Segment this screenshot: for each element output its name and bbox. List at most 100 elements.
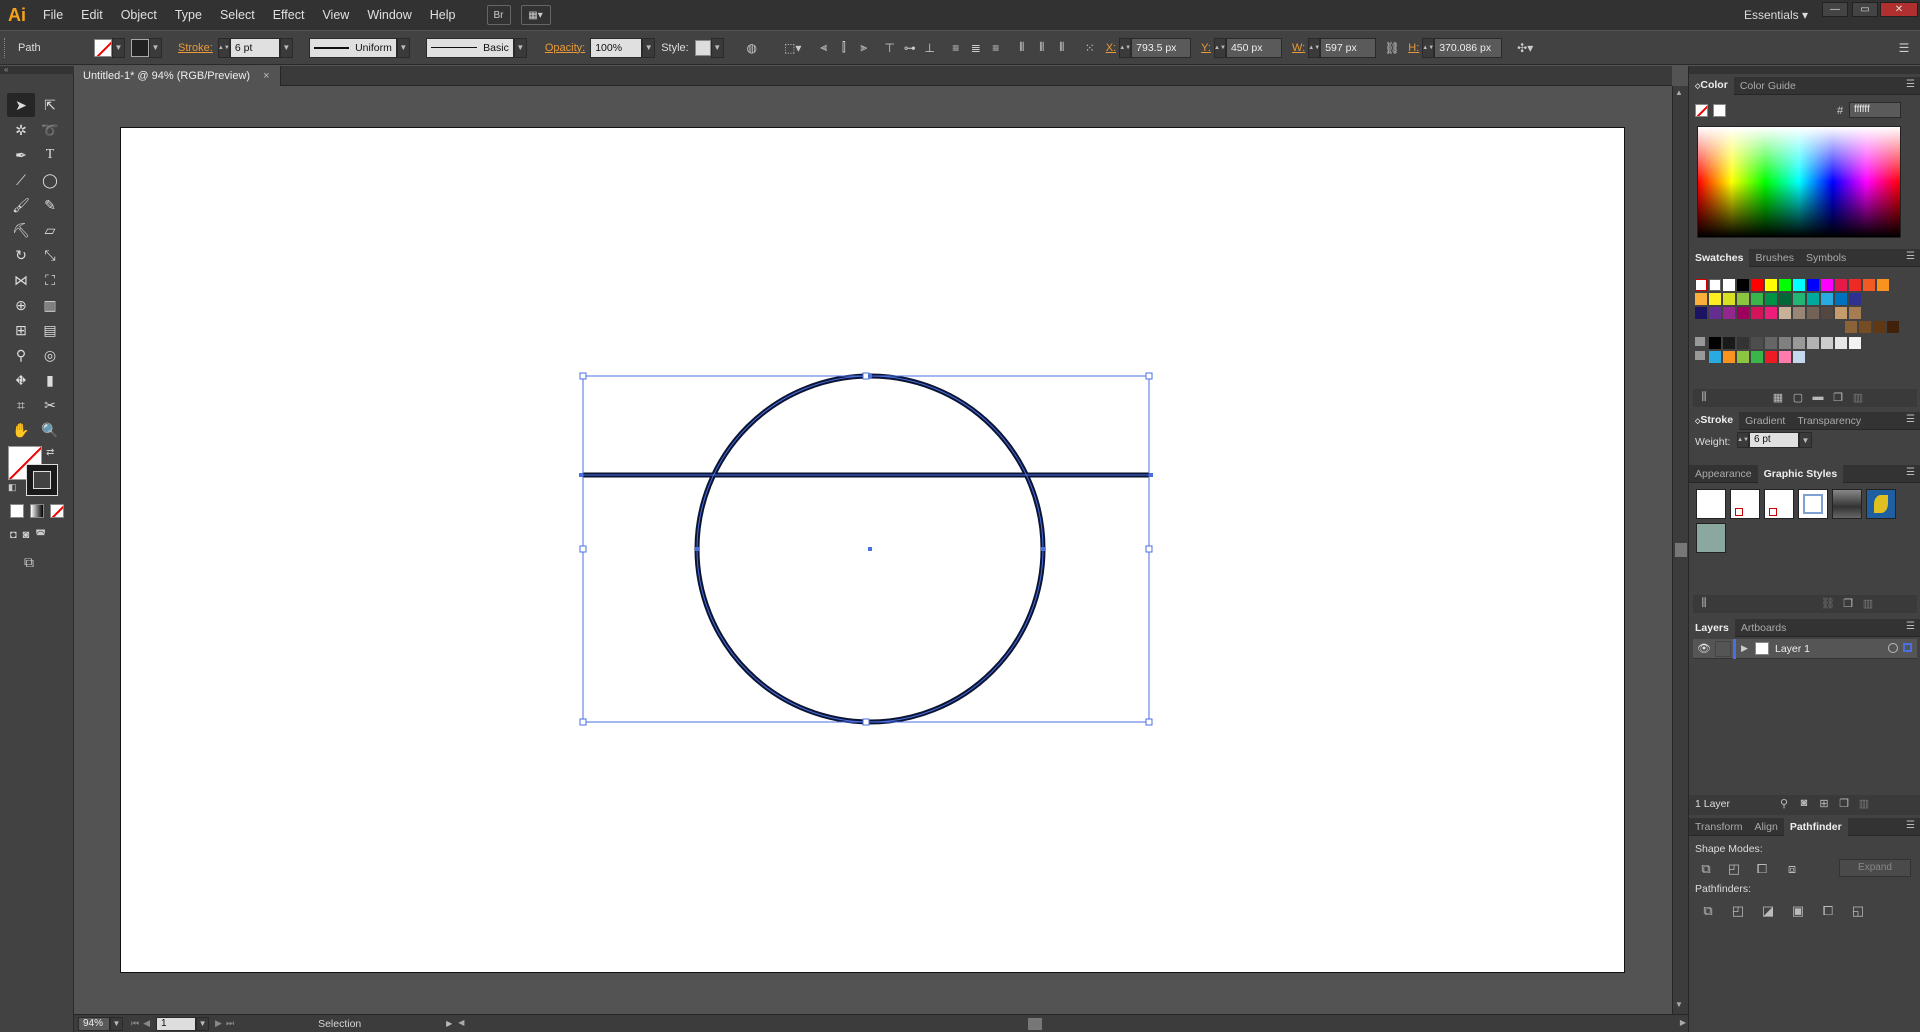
distribute-right-icon[interactable]: ⦀ [1052, 38, 1072, 58]
color-stroke-swatch[interactable] [1713, 104, 1726, 117]
swatch[interactable] [1835, 337, 1847, 349]
previous-artboard-icon[interactable]: ◀ [143, 1018, 150, 1029]
swatch[interactable] [1793, 293, 1805, 305]
stroke-panel-menu-icon[interactable]: ☰ [1906, 414, 1915, 425]
swatch[interactable] [1765, 293, 1777, 305]
swatch[interactable] [1849, 307, 1861, 319]
break-link-icon[interactable]: ⛓ [1819, 597, 1837, 613]
selection-bounding-box[interactable] [579, 372, 1153, 726]
zoom-input[interactable]: 94% [78, 1016, 110, 1031]
h-label[interactable]: H: [1408, 42, 1419, 54]
w-label[interactable]: W: [1292, 42, 1305, 54]
artboard-tool-icon[interactable]: ⌗ [7, 393, 35, 417]
anchor-point[interactable] [1149, 473, 1153, 477]
fill-swatch[interactable] [94, 38, 112, 57]
weight-stepper[interactable]: ▲▼ [1737, 432, 1749, 448]
horizontal-scrollbar[interactable]: ◀ ▶ [458, 1017, 1688, 1031]
swatch[interactable] [1807, 279, 1819, 291]
selection-tool-icon[interactable]: ➤ [7, 93, 35, 117]
swatch-options-icon[interactable]: ▢ [1789, 391, 1807, 407]
tab-graphic-styles[interactable]: Graphic Styles [1757, 464, 1844, 483]
tab-color-guide[interactable]: Color Guide [1734, 77, 1802, 95]
width-tool-icon[interactable]: ⋈ [7, 268, 35, 292]
graphic-style-4[interactable] [1798, 489, 1828, 519]
artboard[interactable] [120, 127, 1625, 973]
scroll-right-icon[interactable]: ▶ [1680, 1018, 1686, 1027]
pen-tool-icon[interactable]: ✒ [7, 143, 35, 167]
h-input[interactable]: 370.086 px [1434, 37, 1503, 58]
distribute-bottom-icon[interactable]: ≡ [986, 38, 1006, 58]
perspective-grid-tool-icon[interactable]: ▥ [36, 293, 64, 317]
anchor-point[interactable] [579, 473, 583, 477]
swatch[interactable] [1859, 321, 1871, 333]
graphic-style-libraries-icon[interactable]: ⫼ [1695, 597, 1713, 613]
fill-dropdown[interactable]: ▼ [112, 37, 125, 58]
menu-select[interactable]: Select [211, 0, 264, 30]
swatch[interactable] [1695, 307, 1707, 319]
minus-back-icon[interactable]: ◱ [1849, 903, 1867, 919]
anchor-point[interactable] [1041, 547, 1045, 551]
swatch[interactable] [1835, 293, 1847, 305]
gradient-mode-icon[interactable] [30, 504, 44, 518]
stroke-weight-dropdown[interactable]: ▼ [279, 37, 293, 58]
pencil-tool-icon[interactable]: ✎ [36, 193, 64, 217]
tab-color[interactable]: ◇Color [1689, 75, 1734, 96]
swatch[interactable] [1873, 321, 1885, 333]
swatch[interactable] [1779, 293, 1791, 305]
rotate-tool-icon[interactable]: ↻ [7, 243, 35, 267]
swatch[interactable] [1793, 279, 1805, 291]
unite-icon[interactable]: ⧉ [1697, 861, 1715, 877]
swatch[interactable] [1723, 279, 1735, 291]
zoom-dropdown[interactable]: ▼ [110, 1016, 123, 1031]
swatch[interactable] [1835, 307, 1847, 319]
artboard-dropdown[interactable]: ▼ [196, 1016, 210, 1031]
anchor-point[interactable] [695, 547, 699, 551]
handle-bottom-right[interactable] [1145, 718, 1153, 726]
layers-panel-menu-icon[interactable]: ☰ [1906, 621, 1915, 632]
tab-align[interactable]: Align [1748, 818, 1783, 836]
y-stepper[interactable]: ▲▼ [1213, 37, 1226, 58]
mesh-tool-icon[interactable]: ⊞ [7, 318, 35, 342]
color-fill-none-icon[interactable] [1695, 104, 1708, 117]
handle-middle-right[interactable] [1145, 545, 1153, 553]
reference-point-icon[interactable]: ⁙ [1080, 38, 1100, 58]
align-left-icon[interactable]: ⫷ [814, 38, 834, 58]
last-artboard-icon[interactable]: ⏭ [226, 1018, 234, 1029]
swatch[interactable] [1779, 279, 1791, 291]
close-tab-icon[interactable]: × [263, 70, 269, 82]
swatch[interactable] [1709, 307, 1721, 319]
swatch[interactable] [1751, 351, 1763, 363]
swatch[interactable] [1737, 337, 1749, 349]
swatch[interactable] [1779, 337, 1791, 349]
new-graphic-style-icon[interactable]: ❐ [1839, 597, 1857, 613]
swatch[interactable] [1793, 307, 1805, 319]
menu-view[interactable]: View [313, 0, 358, 30]
scroll-up-icon[interactable]: ▲ [1675, 88, 1683, 97]
first-artboard-icon[interactable]: ⏮ [131, 1018, 139, 1029]
swatch-libraries-icon[interactable]: ⫼ [1695, 391, 1713, 407]
crop-icon[interactable]: ▣ [1789, 903, 1807, 919]
menu-edit[interactable]: Edit [72, 0, 112, 30]
swatch[interactable] [1709, 293, 1721, 305]
layer-row[interactable]: 👁 ▶ Layer 1 [1693, 639, 1917, 659]
layer-name[interactable]: Layer 1 [1775, 643, 1810, 655]
swatch[interactable] [1737, 279, 1749, 291]
ellipse-tool-icon[interactable]: ◯ [36, 168, 64, 192]
close-button[interactable]: ✕ [1880, 2, 1918, 17]
direct-selection-tool-icon[interactable]: ⇱ [36, 93, 64, 117]
color-mode-icon[interactable] [10, 504, 24, 518]
zoom-tool-icon[interactable]: 🔍 [36, 418, 64, 442]
swatch[interactable] [1709, 337, 1721, 349]
align-horizontal-center-icon[interactable]: ⫿ [834, 38, 854, 58]
layer-visibility-eye-icon[interactable]: 👁 [1697, 642, 1711, 655]
swatch-none[interactable] [1695, 279, 1707, 291]
workspace-switcher[interactable]: Essentials ▾ [1744, 0, 1808, 30]
delete-graphic-style-icon[interactable]: ▥ [1859, 597, 1877, 613]
y-input[interactable]: 450 px [1225, 37, 1282, 58]
stroke-weight-input[interactable]: 6 pt [229, 37, 280, 58]
merge-icon[interactable]: ◪ [1759, 903, 1777, 919]
make-clipping-mask-icon[interactable]: ◙ [1795, 797, 1813, 813]
swatch[interactable] [1793, 351, 1805, 363]
align-bottom-icon[interactable]: ⊥ [920, 38, 940, 58]
pathfinder-panel-menu-icon[interactable]: ☰ [1906, 820, 1915, 831]
